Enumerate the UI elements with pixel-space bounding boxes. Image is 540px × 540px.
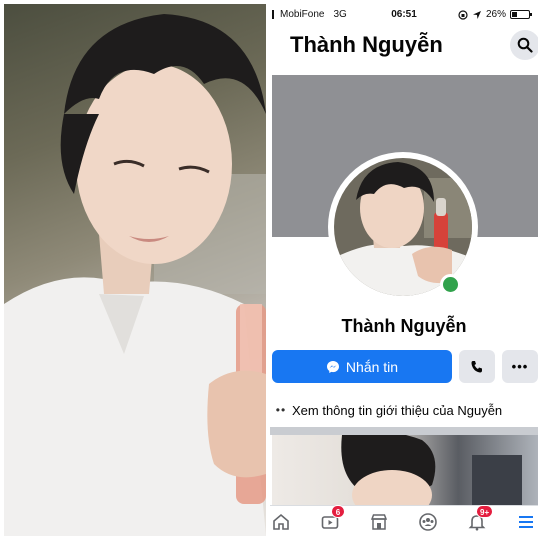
page-title: Thành Nguyễn xyxy=(290,32,443,57)
marketplace-icon xyxy=(370,514,388,530)
photo-thumbnail[interactable] xyxy=(272,435,538,505)
nav-watch[interactable]: 6 xyxy=(319,505,345,532)
about-row[interactable]: •• Xem thông tin giới thiệu của Nguyễn xyxy=(272,400,538,420)
status-right: 26% xyxy=(458,9,532,20)
nav-notifications[interactable]: 9+ xyxy=(466,505,494,532)
left-photo xyxy=(4,4,266,536)
nav-marketplace[interactable] xyxy=(368,512,390,532)
photo-thumbnail-illustration xyxy=(341,435,522,505)
nav-menu[interactable] xyxy=(515,512,537,532)
search-button[interactable] xyxy=(510,30,538,60)
watch-badge: 6 xyxy=(331,505,345,518)
more-options-button[interactable]: ••• xyxy=(502,350,538,383)
online-status-dot xyxy=(440,274,461,295)
nav-home[interactable] xyxy=(270,512,292,532)
location-icon xyxy=(472,10,481,19)
status-bar: MobiFone 3G 06:51 26% xyxy=(270,4,538,24)
phone-screen: MobiFone 3G 06:51 26% Thành Nguyễn Thành… xyxy=(270,4,538,536)
section-divider xyxy=(270,427,538,435)
message-button[interactable]: Nhắn tin xyxy=(272,350,452,383)
messenger-icon xyxy=(326,360,339,373)
call-button[interactable] xyxy=(459,350,495,383)
message-button-label: Nhắn tin xyxy=(345,358,399,375)
menu-icon xyxy=(519,516,533,528)
lock-rotation-icon xyxy=(458,9,468,20)
about-dots-icon: •• xyxy=(275,403,287,417)
portrait-illustration xyxy=(4,14,266,536)
about-link[interactable]: Xem thông tin giới thiệu của Nguyễn xyxy=(292,403,502,418)
profile-name: Thành Nguyễn xyxy=(341,316,467,336)
battery-icon xyxy=(510,10,532,19)
groups-icon xyxy=(419,513,437,531)
nav-groups[interactable] xyxy=(417,512,439,532)
bottom-nav: 6 9+ xyxy=(270,505,538,536)
search-icon xyxy=(517,37,533,53)
battery-label: 26% xyxy=(485,9,506,20)
notifications-badge: 9+ xyxy=(476,505,494,518)
phone-icon xyxy=(471,360,482,372)
home-icon xyxy=(273,513,289,530)
